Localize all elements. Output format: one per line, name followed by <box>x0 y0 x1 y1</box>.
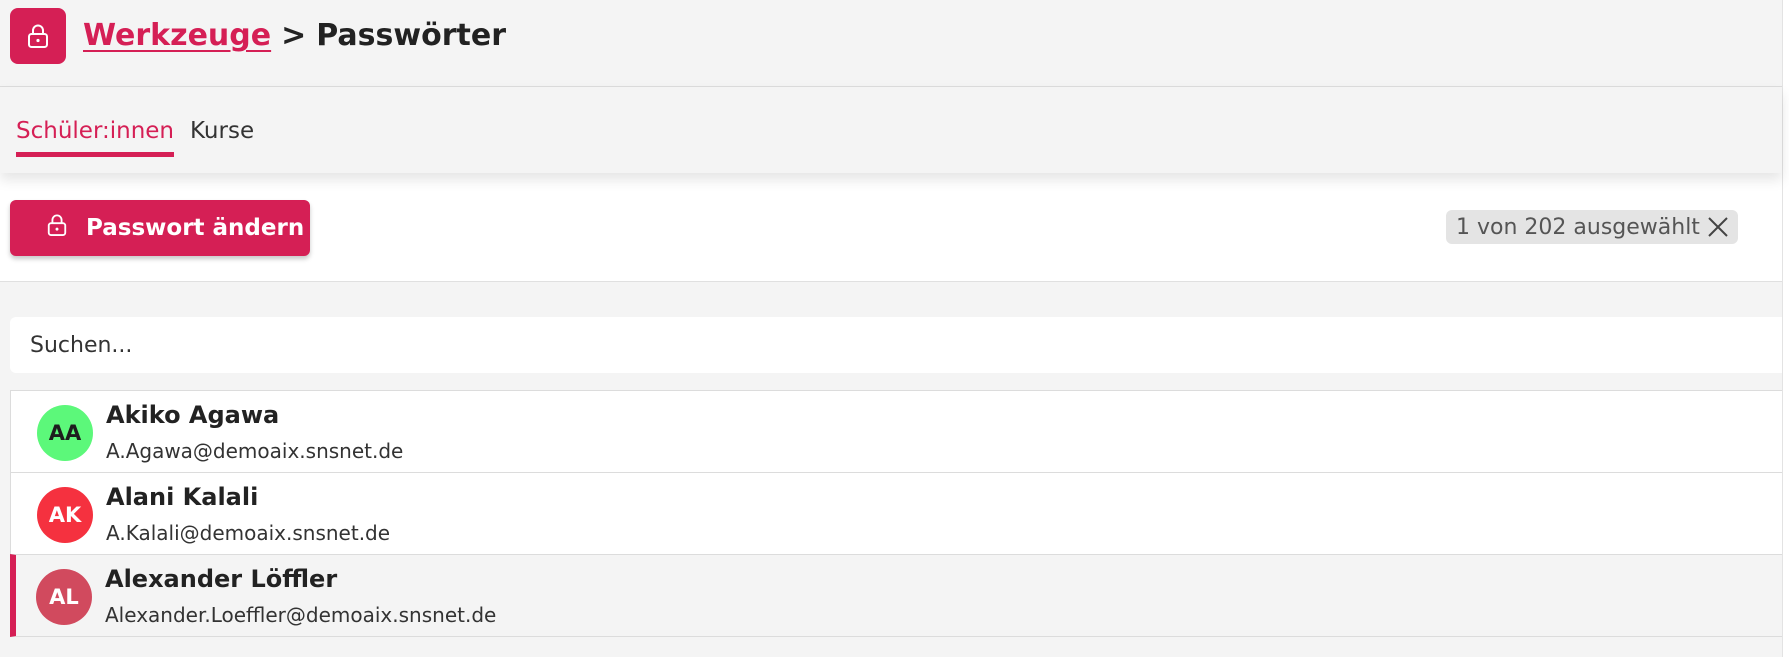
lock-icon <box>10 8 66 64</box>
user-name: Akiko Agawa <box>106 401 280 429</box>
tab-schuelerinnen[interactable]: Schüler:innen <box>16 114 175 157</box>
tab-bar: Schüler:innen Kurse <box>0 87 1782 173</box>
avatar: AK <box>37 487 93 543</box>
app-frame: Werkzeuge > Passwörter Schüler:innen Kurse… <box>0 0 1782 657</box>
selection-count-text: 1 von 202 ausgewählt <box>1456 214 1700 240</box>
list-item[interactable]: AL Alexander Löffler Alexander.Loeffler@… <box>10 554 1782 637</box>
list-item[interactable]: AA Akiko Agawa A.Agawa@demoaix.snsnet.de <box>10 390 1782 473</box>
user-name: Alani Kalali <box>106 483 259 511</box>
list-item[interactable]: AK Alani Kalali A.Kalali@demoaix.snsnet.… <box>10 472 1782 555</box>
search-input[interactable] <box>10 317 1782 373</box>
page-title: Passwörter <box>316 18 506 53</box>
page-edge <box>1782 0 1789 657</box>
user-email: A.Kalali@demoaix.snsnet.de <box>106 521 391 545</box>
breadcrumb-separator: > <box>281 18 307 53</box>
student-list: AA Akiko Agawa A.Agawa@demoaix.snsnet.de… <box>10 390 1782 637</box>
user-email: A.Agawa@demoaix.snsnet.de <box>106 439 404 463</box>
change-password-label: Passwort ändern <box>86 215 305 241</box>
change-password-button[interactable]: Passwort ändern <box>10 200 310 256</box>
selection-count-badge: 1 von 202 ausgewählt <box>1446 210 1738 244</box>
avatar: AL <box>36 569 92 625</box>
lock-icon <box>46 213 68 243</box>
tab-kurse[interactable]: Kurse <box>190 114 254 152</box>
breadcrumb-link-werkzeuge[interactable]: Werkzeuge <box>83 18 271 53</box>
breadcrumb: Werkzeuge > Passwörter <box>83 14 506 58</box>
action-toolbar: Passwort ändern 1 von 202 ausgewählt <box>0 173 1782 282</box>
page-header: Werkzeuge > Passwörter <box>0 0 1782 87</box>
clear-selection-close-icon[interactable] <box>1706 215 1730 239</box>
user-email: Alexander.Loeffler@demoaix.snsnet.de <box>105 603 497 627</box>
user-name: Alexander Löffler <box>105 565 338 593</box>
avatar: AA <box>37 405 93 461</box>
